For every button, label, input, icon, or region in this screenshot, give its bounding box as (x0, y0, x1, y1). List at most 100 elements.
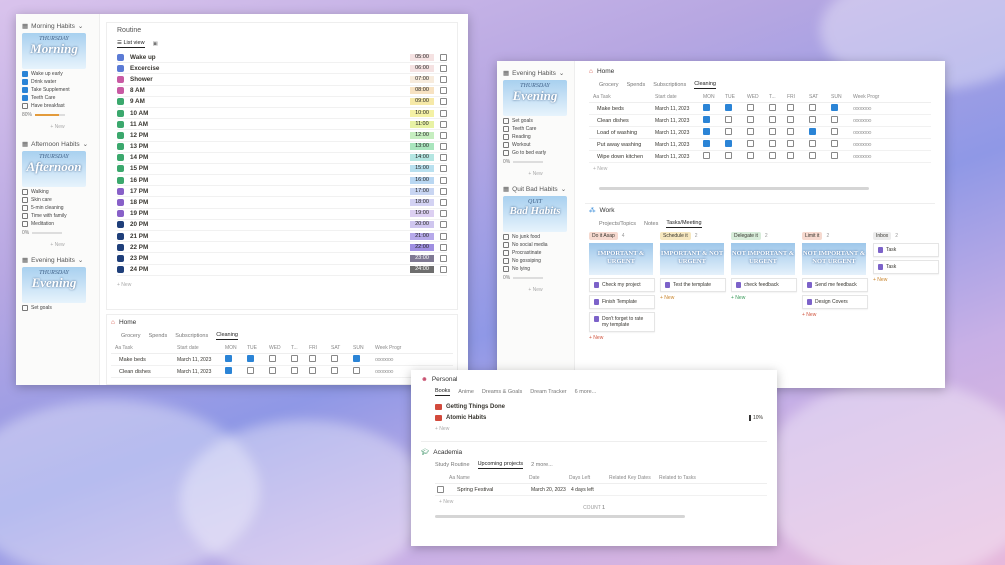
routine-checkbox[interactable] (440, 75, 447, 83)
routine-new-button[interactable]: + New (117, 282, 447, 288)
habit-item[interactable]: Skin care (22, 197, 93, 203)
day-checkbox[interactable] (769, 140, 776, 147)
routine-checkbox[interactable] (440, 120, 447, 128)
routine-row[interactable]: 8 AM 08:00 (117, 86, 447, 97)
column-header[interactable]: TUE (243, 345, 265, 351)
quit-new-button[interactable]: + New (503, 287, 568, 293)
tab-list-view[interactable]: ☰ List view (117, 40, 145, 48)
day-checkbox[interactable] (703, 140, 710, 147)
tab-subscriptions[interactable]: Subscriptions (175, 333, 208, 339)
day-checkbox[interactable] (831, 152, 838, 159)
day-checkbox[interactable] (247, 355, 254, 362)
column-header[interactable]: T... (765, 94, 783, 100)
column-header[interactable]: SUN (349, 345, 371, 351)
routine-row[interactable]: 12 PM 12:00 (117, 130, 447, 142)
table-row[interactable]: Make beds March 11, 2023 ooooooo (589, 103, 931, 115)
day-checkbox[interactable] (787, 104, 794, 111)
routine-row[interactable]: 10 AM 10:00 (117, 108, 447, 120)
tab-spends[interactable]: Spends (627, 82, 646, 88)
habit-checkbox[interactable] (503, 150, 509, 156)
table-row[interactable]: Clean dishes March 11, 2023 ooooooo (111, 366, 453, 378)
habit-checkbox[interactable] (503, 250, 509, 256)
day-checkbox[interactable] (703, 104, 710, 111)
habit-checkbox[interactable] (503, 118, 509, 124)
habit-item[interactable]: Set goals (22, 305, 93, 311)
tab-grocery[interactable]: Grocery (599, 82, 619, 88)
habit-item[interactable]: Wake up early (22, 71, 93, 77)
column-header[interactable]: FRI (783, 94, 805, 100)
column-header[interactable]: SAT (805, 94, 827, 100)
kanban-group-label[interactable]: Schedule it (660, 232, 691, 240)
routine-checkbox[interactable] (440, 143, 447, 151)
column-header[interactable]: Week Progr (371, 345, 411, 351)
evening-habits-title[interactable]: ▦ Evening Habits ⌄ (22, 256, 93, 265)
habit-checkbox[interactable] (22, 213, 28, 219)
column-header[interactable]: MON (699, 94, 721, 100)
day-checkbox[interactable] (247, 367, 254, 374)
routine-row[interactable]: 24 PM 24:00 (117, 265, 447, 276)
habit-item[interactable]: Have breakfast (22, 103, 93, 109)
column-header[interactable]: Aa Task (589, 94, 651, 100)
kanban-group-label[interactable]: Inbox (873, 232, 892, 240)
routine-checkbox[interactable] (440, 131, 447, 139)
routine-row[interactable]: Shower 07:00 (117, 74, 447, 86)
kanban-card[interactable]: Task (873, 260, 939, 274)
kanban-group-label[interactable]: Delegate it (731, 232, 761, 240)
habit-item[interactable]: Teeth Care (503, 126, 568, 132)
habit-checkbox[interactable] (503, 126, 509, 132)
column-header[interactable]: FRI (305, 345, 327, 351)
column-header[interactable]: Week Progr (849, 94, 889, 100)
column-header[interactable]: Date (525, 475, 565, 481)
day-checkbox[interactable] (725, 116, 732, 123)
column-header[interactable]: WED (743, 94, 765, 100)
day-checkbox[interactable] (725, 152, 732, 159)
table-row[interactable]: Spring Festival March 20, 2023 4 days left (435, 484, 767, 496)
day-checkbox[interactable] (225, 367, 232, 374)
routine-row[interactable]: 22 PM 22:00 (117, 242, 447, 254)
day-checkbox[interactable] (787, 140, 794, 147)
habit-checkbox[interactable] (22, 103, 28, 109)
day-checkbox[interactable] (331, 355, 338, 362)
column-header[interactable]: TUE (721, 94, 743, 100)
column-header[interactable]: T... (287, 345, 305, 351)
routine-checkbox[interactable] (440, 254, 447, 262)
kanban-group-label[interactable]: Limit it (802, 232, 823, 240)
day-checkbox[interactable] (269, 355, 276, 362)
habit-item[interactable]: Teeth Care (22, 95, 93, 101)
habit-checkbox[interactable] (503, 234, 509, 240)
routine-row[interactable]: 11 AM 11:00 (117, 119, 447, 131)
column-header[interactable]: Related to Tasks (655, 475, 715, 481)
horizontal-scrollbar[interactable] (435, 515, 685, 518)
book-row[interactable]: Getting Things Done (435, 401, 767, 412)
kanban-card[interactable]: Send me feedback (802, 278, 868, 292)
routine-row[interactable]: 19 PM 19:00 (117, 209, 447, 220)
day-checkbox[interactable] (703, 116, 710, 123)
day-checkbox[interactable] (353, 367, 360, 374)
day-checkbox[interactable] (291, 355, 298, 362)
habit-item[interactable]: Drink water (22, 79, 93, 85)
routine-checkbox[interactable] (440, 199, 447, 207)
habit-checkbox[interactable] (22, 87, 28, 93)
routine-checkbox[interactable] (440, 87, 447, 95)
tab-dream-tracker[interactable]: Dream Tracker (530, 389, 566, 395)
day-checkbox[interactable] (703, 128, 710, 135)
routine-row[interactable]: Excercise 06:00 (117, 63, 447, 75)
tab-6-more-[interactable]: 6 more... (575, 389, 597, 395)
morning-habits-title[interactable]: ▦ Morning Habits ⌄ (22, 22, 93, 31)
morning-new-button[interactable]: + New (22, 124, 93, 130)
habit-item[interactable]: Procrastinate (503, 250, 568, 256)
routine-checkbox[interactable] (440, 64, 447, 72)
kanban-card[interactable]: Check my project (589, 278, 655, 292)
habit-checkbox[interactable] (503, 142, 509, 148)
habit-item[interactable]: No gossiping (503, 258, 568, 264)
table-row[interactable]: Put away washing March 11, 2023 ooooooo (589, 139, 931, 151)
habit-item[interactable]: Take Supplement (22, 87, 93, 93)
books-new-button[interactable]: + New (435, 426, 767, 432)
habit-item[interactable]: Walking (22, 189, 93, 195)
routine-checkbox[interactable] (440, 176, 447, 184)
afternoon-new-button[interactable]: + New (22, 242, 93, 248)
tab-2-more-[interactable]: 2 more... (531, 462, 553, 468)
habit-item[interactable]: No junk food (503, 234, 568, 240)
day-checkbox[interactable] (747, 140, 754, 147)
habit-item[interactable]: Workout (503, 142, 568, 148)
